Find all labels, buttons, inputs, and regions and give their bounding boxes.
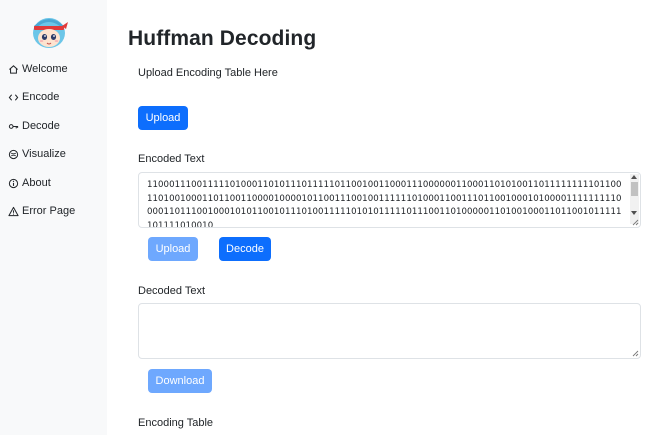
sidebar-item-label: Visualize	[22, 148, 66, 160]
avatar-logo	[33, 18, 68, 48]
upload-encoded-button[interactable]: Upload	[148, 237, 198, 261]
upload-table-label: Upload Encoding Table Here	[138, 67, 278, 79]
sidebar-item-decode[interactable]: Decode	[7, 117, 60, 135]
sidebar-item-label: Error Page	[22, 205, 76, 217]
resize-grip-icon[interactable]	[631, 349, 639, 357]
visualize-icon	[7, 148, 19, 160]
upload-table-button[interactable]: Upload	[138, 106, 188, 130]
scroll-down-arrow-icon[interactable]	[631, 211, 637, 215]
sidebar-item-welcome[interactable]: Welcome	[7, 60, 68, 78]
download-button[interactable]: Download	[148, 369, 212, 393]
decoded-text-area[interactable]	[138, 303, 641, 359]
main-content: Huffman Decoding Upload Encoding Table H…	[107, 0, 661, 435]
sidebar: Welcome Encode Decode Visualize About Er…	[0, 0, 107, 435]
encoded-text-area[interactable]: 1100011100111110100011010111011111011001…	[138, 172, 641, 228]
key-icon	[7, 120, 19, 132]
sidebar-item-label: Decode	[22, 120, 60, 132]
sidebar-item-encode[interactable]: Encode	[7, 88, 59, 106]
sidebar-item-about[interactable]: About	[7, 174, 51, 192]
warning-icon	[7, 205, 19, 217]
sidebar-item-visualize[interactable]: Visualize	[7, 145, 66, 163]
encoded-scrollbar[interactable]	[630, 174, 639, 224]
decode-button[interactable]: Decode	[219, 237, 271, 261]
resize-grip-icon[interactable]	[631, 218, 639, 226]
encoding-table-label: Encoding Table	[138, 417, 214, 429]
encoded-text-content: 1100011100111110100011010111011111011001…	[147, 180, 622, 228]
scroll-up-arrow-icon[interactable]	[631, 175, 637, 179]
sidebar-item-error-page[interactable]: Error Page	[7, 202, 75, 220]
sidebar-item-label: Encode	[22, 91, 60, 103]
decoded-text-label: Decoded Text	[138, 285, 206, 297]
sidebar-item-label: Welcome	[22, 63, 68, 75]
encoded-text-label: Encoded Text	[138, 153, 205, 165]
page-title: Huffman Decoding	[128, 27, 317, 50]
code-icon	[7, 91, 19, 103]
sidebar-item-label: About	[22, 177, 51, 189]
home-icon	[7, 63, 19, 75]
scroll-thumb[interactable]	[631, 182, 638, 196]
info-icon	[7, 177, 19, 189]
